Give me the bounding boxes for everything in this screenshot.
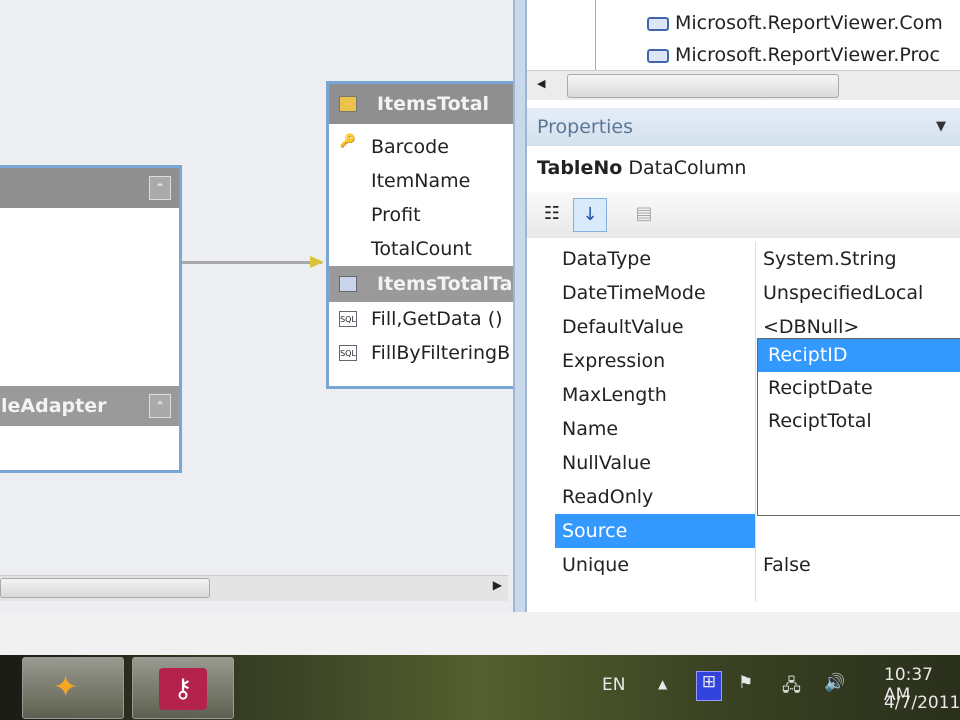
column-row[interactable]: Profit	[329, 198, 523, 232]
column-row[interactable]: 🔑 Barcode	[329, 130, 523, 164]
left-table-header[interactable]: ⌃	[0, 168, 179, 208]
property-row[interactable]: Source	[555, 514, 960, 548]
query-row[interactable]: SQL Fill,GetData ()	[329, 302, 523, 336]
categorized-icon[interactable]: ☷	[535, 198, 569, 232]
solution-explorer: Microsoft.ReportViewer.Com Microsoft.Rep…	[527, 0, 960, 100]
scroll-right-icon[interactable]: ▶	[493, 578, 502, 592]
property-name: DataType	[562, 248, 652, 270]
property-value[interactable]: False	[763, 548, 811, 582]
dataset-designer: ⌃ leAdapter ⌃ ItemsTotal 🔑 Barcode ItemNam…	[0, 0, 526, 612]
property-name: Unique	[562, 554, 630, 576]
property-name: MaxLength	[562, 384, 667, 406]
table-adapter-header[interactable]: ItemsTotalTa	[329, 266, 523, 302]
key-icon: 🔑	[339, 134, 357, 149]
property-value[interactable]: UnspecifiedLocal	[763, 276, 923, 310]
property-row[interactable]: DateTimeMode UnspecifiedLocal	[555, 276, 960, 310]
show-hidden-icons-icon[interactable]: ▲	[658, 677, 667, 691]
object-selector[interactable]: TableNo DataColumn	[527, 146, 960, 190]
table-icon	[339, 96, 357, 112]
clock-date[interactable]: 4/7/2011	[884, 693, 960, 713]
sql-icon: SQL	[339, 311, 357, 327]
taskbar: ✦ ⚷ EN ▲ ⊞ ⚑ 🖧 🔊 10:37 AM 4/7/2011	[0, 655, 960, 720]
property-name: Source	[562, 520, 628, 542]
properties-header: Properties ▼	[527, 108, 960, 146]
tray-app-icon[interactable]: ⊞	[696, 671, 722, 701]
properties-toolbar: ☷ ↓ ▤	[527, 192, 960, 238]
sql-icon: SQL	[339, 345, 357, 361]
alphabetical-icon[interactable]: ↓	[573, 198, 607, 232]
scroll-thumb[interactable]	[0, 578, 210, 598]
property-pages-icon[interactable]: ▤	[627, 198, 661, 232]
status-area	[0, 612, 960, 655]
right-panel: Microsoft.ReportViewer.Com Microsoft.Rep…	[527, 0, 960, 612]
reference-icon	[647, 16, 669, 31]
access-icon: ⚷	[159, 668, 207, 710]
property-name: Expression	[562, 350, 666, 372]
dropdown-arrow-icon[interactable]: ▼	[936, 108, 946, 146]
property-value[interactable]: System.String	[763, 242, 897, 276]
dropdown-option[interactable]: ReciptDate	[758, 372, 960, 405]
column-row[interactable]: TotalCount	[329, 232, 523, 266]
solution-scrollbar[interactable]: ◀	[527, 70, 960, 100]
property-row[interactable]: DataType System.String	[555, 242, 960, 276]
dropdown-option[interactable]: ReciptTotal	[758, 405, 960, 438]
relation-line	[182, 261, 322, 264]
splitter[interactable]	[513, 0, 527, 612]
property-row[interactable]: Unique False	[555, 548, 960, 582]
collapse-icon[interactable]: ⌃	[149, 394, 171, 418]
column-row[interactable]: ItemName	[329, 164, 523, 198]
query-row[interactable]: SQL FillByFilteringB	[329, 336, 523, 370]
visual-studio-icon: ✦	[53, 670, 79, 705]
items-total-header[interactable]: ItemsTotal	[329, 84, 523, 124]
adapter-icon	[339, 276, 357, 292]
tree-line	[595, 0, 596, 70]
property-name: Name	[562, 418, 619, 440]
dropdown-option[interactable]: ReciptID	[758, 339, 960, 372]
reference-icon	[647, 48, 669, 63]
access-taskbar-button[interactable]: ⚷	[132, 657, 234, 719]
property-name: ReadOnly	[562, 486, 654, 508]
collapse-icon[interactable]: ⌃	[149, 176, 171, 200]
network-icon[interactable]: 🖧	[782, 673, 801, 702]
language-indicator[interactable]: EN	[602, 675, 625, 695]
source-dropdown-list[interactable]: ReciptID ReciptDate ReciptTotal	[757, 338, 960, 516]
visual-studio-taskbar-button[interactable]: ✦	[22, 657, 124, 719]
reference-item[interactable]: Microsoft.ReportViewer.Com	[647, 12, 943, 34]
property-name: DateTimeMode	[562, 282, 706, 304]
left-adapter-header[interactable]: leAdapter ⌃	[0, 386, 179, 426]
scroll-thumb[interactable]	[567, 74, 839, 98]
action-center-flag-icon[interactable]: ⚑	[738, 673, 753, 693]
left-table[interactable]: ⌃ leAdapter ⌃	[0, 165, 182, 473]
items-total-table[interactable]: ItemsTotal 🔑 Barcode ItemName Profit Tota…	[326, 81, 526, 389]
scroll-left-icon[interactable]: ◀	[537, 77, 545, 90]
volume-icon[interactable]: 🔊	[824, 673, 845, 693]
property-name: DefaultValue	[562, 316, 684, 338]
relation-arrow-icon	[310, 256, 324, 268]
property-name: NullValue	[562, 452, 651, 474]
reference-item[interactable]: Microsoft.ReportViewer.Proc	[647, 44, 940, 66]
horizontal-scrollbar[interactable]: ▶	[0, 575, 508, 601]
